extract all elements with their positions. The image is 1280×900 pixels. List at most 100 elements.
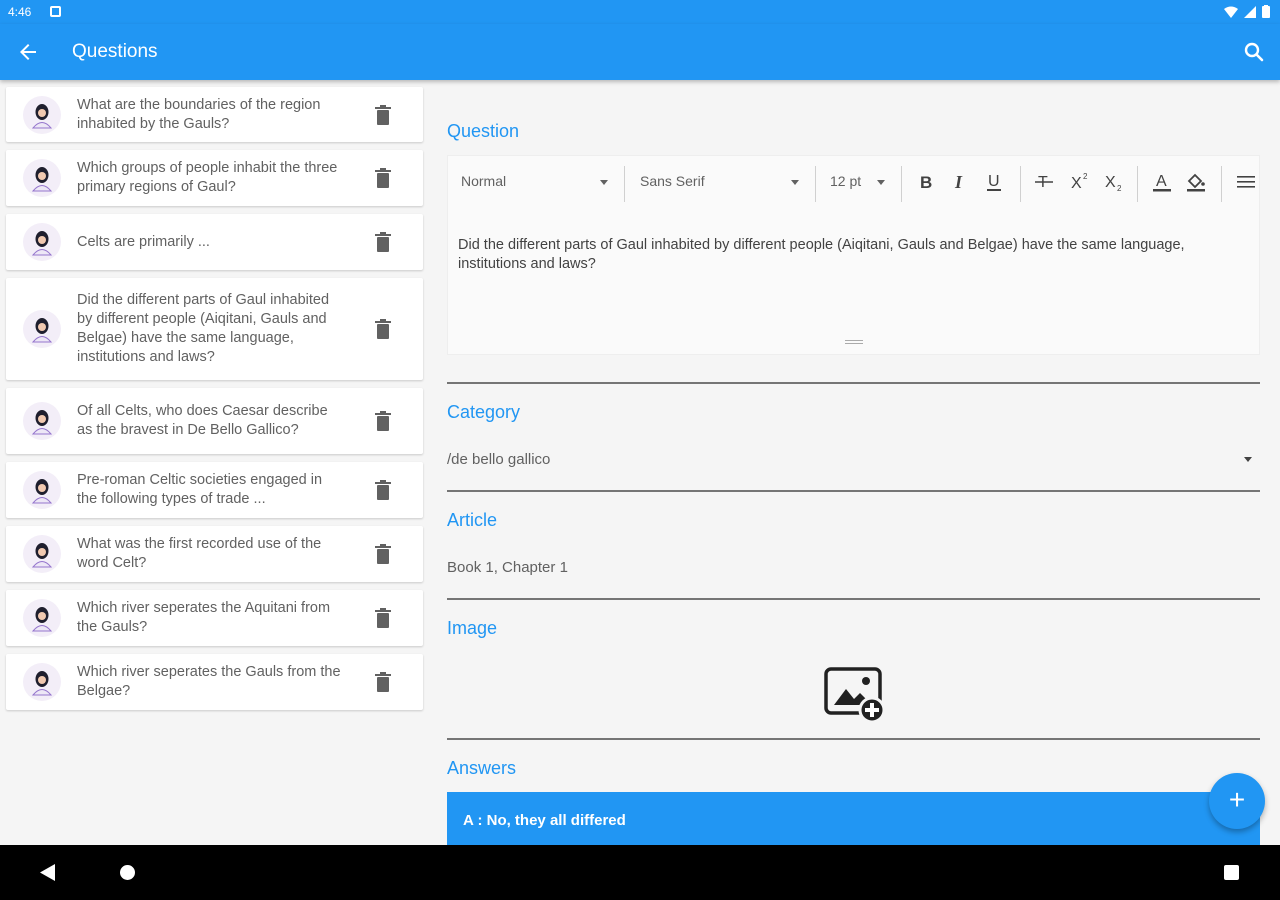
status-bar: 4:46 [0,0,1280,24]
svg-text:2: 2 [1083,172,1088,181]
divider [447,490,1260,492]
svg-text:X: X [1071,175,1082,192]
divider [447,598,1260,600]
question-text: Which groups of people inhabit the three… [77,160,338,195]
delete-icon[interactable] [374,411,392,431]
toolbar-divider [624,166,625,202]
delete-icon[interactable] [374,608,392,628]
nav-recents-icon[interactable] [1224,865,1239,880]
question-card[interactable]: Which river seperates the Gauls from the… [6,654,423,710]
svg-text:U: U [988,173,1000,190]
font-select[interactable]: Sans Serif [640,173,705,189]
delete-icon[interactable] [374,168,392,188]
question-text: What was the first recorded use of the w… [77,536,322,571]
toolbar-divider [1020,166,1021,202]
status-time: 4:46 [8,5,32,19]
question-text: Pre-roman Celtic societies engaged in th… [77,472,323,507]
avatar [23,599,61,637]
delete-icon[interactable] [374,480,392,500]
app-bar: Questions [0,24,1280,80]
navigation-bar [0,845,1280,900]
delete-icon[interactable] [374,232,392,252]
avatar [23,159,61,197]
delete-icon[interactable] [374,319,392,339]
delete-icon[interactable] [374,104,392,125]
article-label: Article [447,510,498,530]
avatar [23,223,61,261]
svg-text:I: I [954,172,963,192]
question-card[interactable]: Did the different parts of Gaul inhabite… [6,278,423,380]
page-title: Questions [72,41,158,62]
divider [447,382,1260,384]
category-label: Category [447,402,521,422]
add-answer-button[interactable]: + [1209,773,1265,829]
italic-icon[interactable]: I [948,170,972,194]
avatar [23,471,61,509]
image-label: Image [447,618,498,638]
article-input[interactable]: Book 1, Chapter 1 [447,559,568,576]
divider [447,738,1260,740]
svg-text:A: A [1156,173,1167,190]
question-card[interactable]: Pre-roman Celtic societies engaged in th… [6,462,423,518]
nav-back-icon[interactable] [40,864,56,881]
svg-text:X: X [1105,174,1116,191]
nav-home-icon[interactable] [120,865,135,880]
question-text: Of all Celts, who does Caesar describe a… [77,403,328,438]
question-list: What are the boundaries of the region in… [0,80,430,845]
category-select[interactable]: /de bello gallico [447,451,550,468]
strikethrough-icon[interactable]: T [1032,170,1056,194]
list-icon[interactable] [1234,170,1258,194]
back-arrow-icon[interactable] [16,40,40,64]
battery-icon [1262,5,1270,18]
answers-label: Answers [447,758,517,778]
question-label: Question [447,121,520,141]
superscript-icon[interactable]: X2 [1068,170,1092,194]
question-text: What are the boundaries of the region in… [77,96,321,132]
avatar [23,535,61,573]
avatar [23,95,61,134]
question-card[interactable]: What are the boundaries of the region in… [6,87,423,142]
question-text: Celts are primarily ... [77,233,210,250]
bold-icon[interactable]: B [914,170,938,194]
chevron-down-icon [600,180,608,185]
size-select[interactable]: 12 pt [830,173,861,189]
underline-icon[interactable]: U [982,170,1006,194]
text-color-icon[interactable]: A [1150,170,1174,194]
question-card[interactable]: Of all Celts, who does Caesar describe a… [6,388,423,454]
rich-text-editor[interactable]: Normal Sans Serif 12 pt B I U T X2 X2 A … [447,155,1260,355]
question-card[interactable]: Which river seperates the Aquitani from … [6,590,423,646]
question-card[interactable]: Which groups of people inhabit the three… [6,150,423,206]
resize-handle[interactable] [845,340,863,344]
svg-text:2: 2 [1117,184,1122,193]
chevron-down-icon [877,180,885,185]
wifi-icon [1224,6,1238,18]
avatar [23,402,61,440]
search-icon[interactable] [1242,40,1266,64]
fill-color-icon[interactable] [1184,170,1208,194]
delete-icon[interactable] [374,544,392,564]
subscript-icon[interactable]: X2 [1102,170,1126,194]
answer-item[interactable]: A : No, they all differed [447,792,1260,845]
toolbar-divider [1221,166,1222,202]
avatar [23,663,61,701]
signal-icon [1244,5,1256,18]
svg-text:B: B [920,173,932,192]
editor-toolbar: Normal Sans Serif 12 pt B I U T X2 X2 A [448,156,1259,208]
chevron-down-icon[interactable] [1244,457,1252,462]
question-card[interactable]: What was the first recorded use of the w… [6,526,423,582]
question-text: Which river seperates the Gauls from the… [77,664,341,699]
style-select[interactable]: Normal [461,173,506,189]
question-card[interactable]: Celts are primarily ... [6,214,423,270]
notification-icon [50,6,61,17]
chevron-down-icon [791,180,799,185]
avatar [23,310,61,348]
toolbar-divider [901,166,902,202]
delete-icon[interactable] [374,672,392,692]
toolbar-divider [1137,166,1138,202]
toolbar-divider [815,166,816,202]
question-content[interactable]: Did the different parts of Gaul inhabite… [458,236,1228,274]
question-text: Which river seperates the Aquitani from … [77,600,331,635]
add-image-icon[interactable] [824,665,888,725]
question-text: Did the different parts of Gaul inhabite… [77,292,330,365]
plus-icon: + [1228,784,1246,815]
